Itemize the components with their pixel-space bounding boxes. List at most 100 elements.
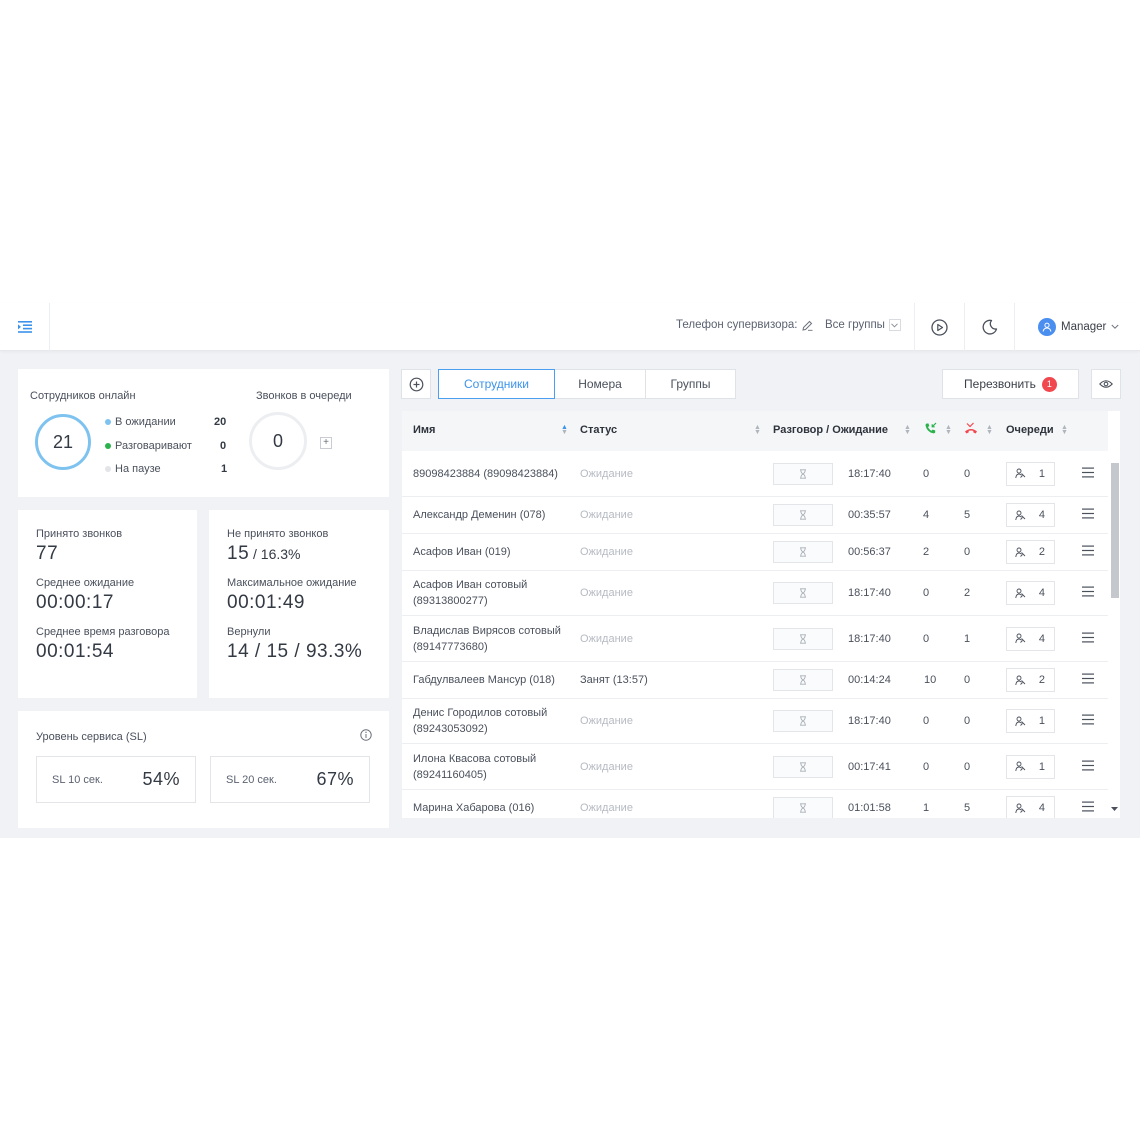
max-wait-value: 00:01:49 bbox=[227, 592, 305, 613]
answered-calls-header[interactable] bbox=[924, 422, 937, 435]
employee-name: Александр Деменин (078) bbox=[413, 509, 546, 521]
table-row[interactable]: Александр Деменин (078) Ожидание 00:35:57 4… bbox=[402, 497, 1108, 534]
legend-dot bbox=[105, 443, 111, 449]
employee-status: Ожидание bbox=[580, 715, 633, 727]
employee-name: Марина Хабарова (016) bbox=[413, 802, 535, 814]
queue-expand-button[interactable]: + bbox=[320, 437, 332, 449]
queues-button[interactable]: 4 bbox=[1006, 626, 1055, 651]
column-header-name[interactable]: Имя bbox=[413, 424, 435, 436]
play-circle-icon bbox=[931, 318, 948, 336]
employee-name: Илона Квасова сотовый (89241160405) bbox=[413, 752, 537, 781]
eye-icon bbox=[1099, 380, 1113, 388]
queues-button[interactable]: 1 bbox=[1006, 461, 1055, 486]
answered-count: 0 bbox=[923, 760, 930, 773]
sort-icon[interactable]: ▲ ▼ bbox=[561, 424, 568, 436]
table-row[interactable]: 89098423884 (89098423884) Ожидание 18:17:4… bbox=[402, 451, 1108, 497]
employee-status: Ожидание bbox=[580, 760, 633, 773]
dark-mode-button[interactable] bbox=[964, 303, 1014, 351]
table-row[interactable]: Марина Хабарова (016) Ожидание 01:01:58 1 5 4 bbox=[402, 790, 1108, 818]
menu-toggle-button[interactable] bbox=[0, 303, 50, 351]
queues-button[interactable]: 4 bbox=[1006, 503, 1055, 527]
sort-icon[interactable]: ▲ ▼ bbox=[904, 424, 911, 436]
tab-numbers[interactable]: Номера bbox=[554, 369, 646, 399]
table-scrollbar[interactable] bbox=[1108, 451, 1120, 818]
row-menu-button[interactable] bbox=[1082, 760, 1094, 773]
agents-icon bbox=[1015, 547, 1026, 557]
row-menu-button[interactable] bbox=[1082, 632, 1094, 645]
talk-wait-time: 00:35:57 bbox=[848, 509, 891, 521]
talk-wait-time: 18:17:40 bbox=[848, 587, 891, 599]
sl10-box: SL 10 сек. 54% bbox=[36, 756, 196, 803]
missed-calls-header[interactable] bbox=[964, 422, 978, 435]
queues-button[interactable]: 4 bbox=[1006, 796, 1055, 818]
user-name: Manager bbox=[1061, 321, 1107, 333]
queues-button[interactable]: 1 bbox=[1006, 709, 1055, 733]
missed-value: 15 bbox=[227, 543, 250, 564]
queues-button[interactable]: 2 bbox=[1006, 540, 1055, 564]
sl20-box: SL 20 сек. 67% bbox=[210, 756, 370, 803]
sl-title: Уровень сервиса (SL) bbox=[36, 731, 147, 743]
missed-value-line: 15 / 16.3% bbox=[227, 543, 371, 565]
info-icon[interactable] bbox=[360, 729, 372, 741]
hourglass-icon bbox=[800, 633, 806, 644]
accepted-calls-card: Принято звонков 77 Среднее ожидание 00:0… bbox=[18, 510, 197, 698]
answered-count: 10 bbox=[924, 674, 937, 686]
agents-icon bbox=[1015, 510, 1026, 520]
visibility-button[interactable] bbox=[1091, 369, 1121, 399]
edit-pencil-icon[interactable] bbox=[802, 320, 813, 331]
legend-paused: На паузе bbox=[105, 463, 161, 475]
table-row[interactable]: Денис Городилов сотовый (89243053092) Ожи… bbox=[402, 699, 1108, 744]
tab-employees[interactable]: Сотрудники bbox=[438, 369, 555, 399]
groups-select[interactable]: Все группы bbox=[825, 319, 901, 331]
online-employees-card: Сотрудников онлайн 21 В ожидании 20 Разг… bbox=[18, 369, 389, 497]
sort-icon[interactable]: ▲ ▼ bbox=[1061, 424, 1068, 436]
supervisor-phone[interactable]: Телефон супервизора: bbox=[676, 319, 813, 331]
menu-indent-icon bbox=[17, 321, 32, 333]
answered-count: 0 bbox=[923, 632, 930, 645]
employee-status: Ожидание bbox=[580, 632, 633, 645]
legend-value: 0 bbox=[220, 440, 227, 452]
queues-button[interactable]: 1 bbox=[1006, 754, 1055, 779]
hourglass-icon bbox=[800, 510, 806, 520]
view-tabs: Сотрудники Номера Группы bbox=[438, 369, 736, 399]
hamburger-icon bbox=[1082, 467, 1094, 477]
sl10-label: SL 10 сек. bbox=[52, 773, 103, 786]
row-menu-button[interactable] bbox=[1082, 714, 1094, 728]
row-menu-button[interactable] bbox=[1082, 467, 1094, 480]
user-menu[interactable]: Manager bbox=[1014, 303, 1140, 351]
table-row[interactable]: Габдулвалеев Мансур (018) Занят (13:57) 00… bbox=[402, 662, 1108, 699]
employee-status: Занят (13:57) bbox=[580, 674, 648, 686]
queues-button[interactable]: 2 bbox=[1006, 668, 1055, 692]
sort-icon[interactable]: ▲ ▼ bbox=[945, 424, 952, 436]
recall-button[interactable]: Перезвонить 1 bbox=[942, 369, 1079, 399]
column-header-status[interactable]: Статус bbox=[580, 424, 617, 436]
received-label: Принято звонков bbox=[36, 528, 123, 540]
hamburger-icon bbox=[1082, 714, 1094, 725]
play-button[interactable] bbox=[914, 303, 964, 351]
scroll-down-icon[interactable] bbox=[1111, 807, 1118, 812]
row-menu-button[interactable] bbox=[1082, 586, 1094, 600]
missed-count: 0 bbox=[964, 715, 971, 727]
table-row[interactable]: Владислав Вирясов сотовый (89147773680) О… bbox=[402, 616, 1108, 662]
scrollbar-thumb[interactable] bbox=[1111, 463, 1119, 598]
online-total: 21 bbox=[52, 431, 74, 452]
hourglass-icon bbox=[800, 803, 806, 813]
queues-button[interactable]: 4 bbox=[1006, 581, 1055, 605]
row-menu-button[interactable] bbox=[1082, 673, 1094, 687]
row-menu-button[interactable] bbox=[1082, 545, 1094, 559]
column-header-talk-wait[interactable]: Разговор / Ожидание bbox=[773, 424, 888, 436]
table-row[interactable]: Асафов Иван сотовый (89313800277) Ожидани… bbox=[402, 571, 1108, 616]
sort-icon[interactable]: ▲ ▼ bbox=[754, 424, 761, 436]
table-row[interactable]: Илона Квасова сотовый (89241160405) Ожида… bbox=[402, 744, 1108, 790]
sort-icon[interactable]: ▲ ▼ bbox=[986, 424, 993, 436]
talk-wait-time: 18:17:40 bbox=[848, 632, 891, 645]
talk-wait-time: 01:01:58 bbox=[848, 802, 891, 814]
legend-label: В ожидании bbox=[115, 416, 176, 428]
talk-wait-time: 00:17:41 bbox=[848, 760, 891, 773]
column-header-queues[interactable]: Очереди bbox=[1006, 424, 1054, 436]
tab-groups[interactable]: Группы bbox=[645, 369, 736, 399]
row-menu-button[interactable] bbox=[1082, 508, 1094, 522]
table-row[interactable]: Асафов Иван (019) Ожидание 00:56:37 2 0 2 bbox=[402, 534, 1108, 571]
row-menu-button[interactable] bbox=[1082, 801, 1094, 815]
add-button[interactable] bbox=[401, 369, 431, 399]
